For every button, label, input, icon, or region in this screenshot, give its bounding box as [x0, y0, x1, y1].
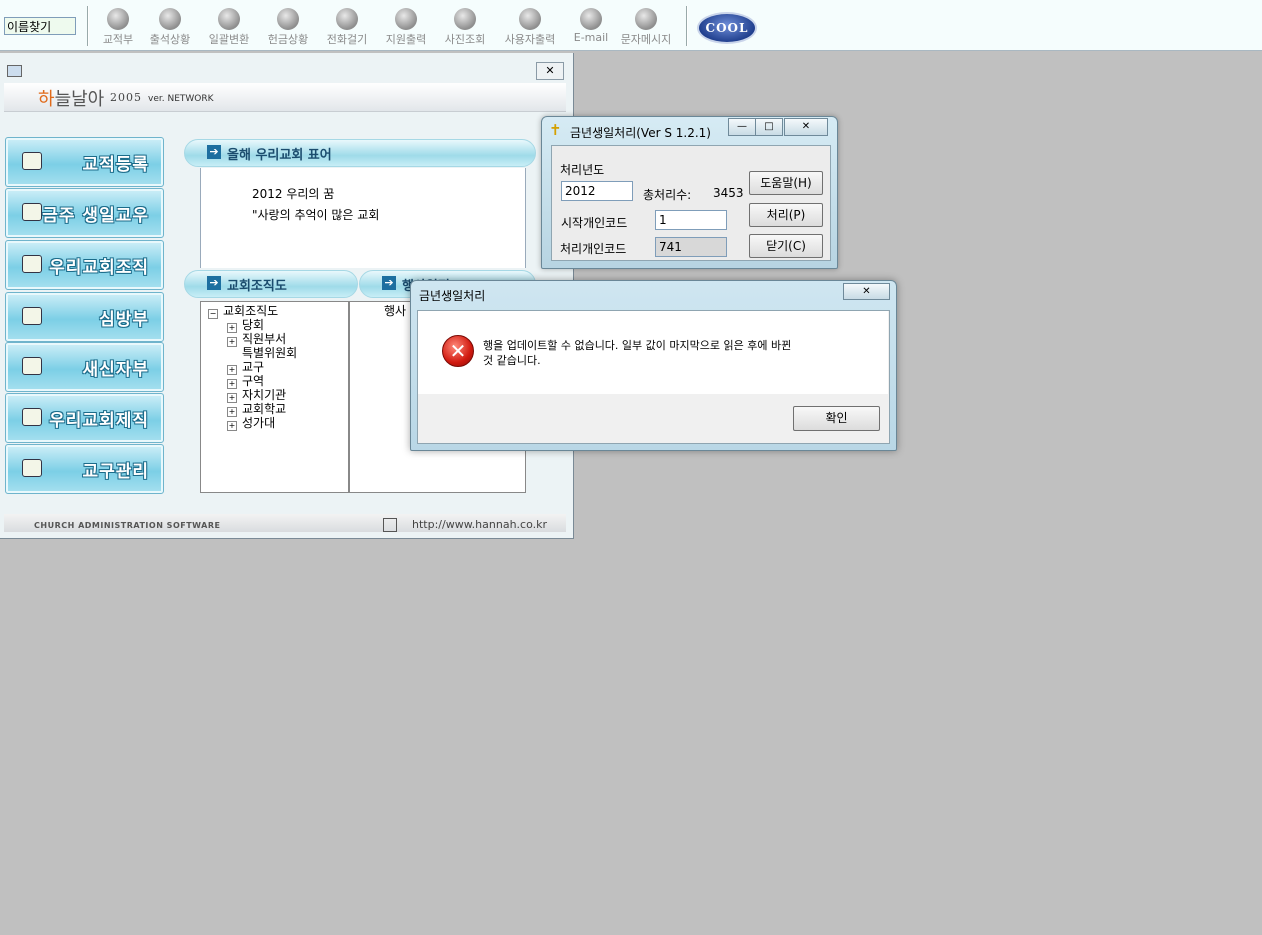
chat-icon: [22, 152, 42, 170]
tree-expand-toggle[interactable]: +: [227, 407, 237, 417]
dialog-close-button[interactable]: ✕: [784, 118, 828, 136]
toolbar-button-attendance[interactable]: 출석상황: [142, 6, 198, 48]
arrow-right-icon: ➔: [207, 276, 221, 290]
house-icon: [22, 307, 42, 325]
user-print-icon: [519, 8, 541, 30]
toolbar-button-offering[interactable]: 헌금상황: [260, 6, 316, 48]
error-dialog-close-button[interactable]: ✕: [843, 283, 890, 300]
help-button[interactable]: 도움말(H): [749, 171, 823, 195]
tree-expand-toggle[interactable]: +: [227, 323, 237, 333]
tree-item[interactable]: 자치기관: [242, 388, 286, 402]
printer-icon: [395, 8, 417, 30]
books-icon: [22, 408, 42, 426]
ok-button[interactable]: 확인: [793, 406, 880, 431]
sidebar-member-register[interactable]: 교적등록: [5, 137, 164, 187]
process-button[interactable]: 처리(P): [749, 203, 823, 227]
tree-item[interactable]: 직원부서: [242, 332, 286, 346]
year-input[interactable]: 2012: [561, 181, 633, 201]
name-search-input[interactable]: 이름찾기: [4, 17, 76, 35]
photo-icon: [454, 8, 476, 30]
sidebar-parish-management[interactable]: 교구관리: [5, 444, 164, 494]
org-chart-icon: [22, 255, 42, 273]
home-icon[interactable]: [383, 518, 397, 532]
sidebar-visitation[interactable]: 심방부: [5, 292, 164, 342]
attendance-icon: [159, 8, 181, 30]
error-message-line-2: 것 같습니다.: [483, 354, 541, 367]
minimize-button[interactable]: —: [728, 118, 756, 136]
tree-collapse-toggle[interactable]: −: [208, 309, 218, 319]
sidebar-church-organization[interactable]: 우리교회조직: [5, 240, 164, 290]
tree-item[interactable]: 행사: [384, 304, 406, 318]
status-software-name: CHURCH ADMINISTRATION SOFTWARE: [34, 521, 221, 530]
app-logo: 하늘날아: [38, 89, 105, 110]
toolbar-button-sms[interactable]: 문자메시지: [614, 6, 678, 48]
arrow-right-icon: ➔: [382, 276, 396, 290]
tree-item[interactable]: 당회: [242, 318, 264, 332]
people-icon: [22, 357, 42, 375]
toolbar-button-batch-convert[interactable]: 일괄변환: [201, 6, 257, 48]
processed-code-field: 741: [655, 237, 727, 257]
tree-item[interactable]: 교구: [242, 360, 264, 374]
logo-year: 2005: [110, 91, 142, 104]
tree-expand-toggle[interactable]: +: [227, 337, 237, 347]
offering-icon: [277, 8, 299, 30]
sms-icon: [635, 8, 657, 30]
cool-logo[interactable]: COOL: [697, 12, 757, 44]
tree-expand-toggle[interactable]: +: [227, 379, 237, 389]
toolbar-separator: [686, 6, 688, 46]
toolbar-separator: [87, 6, 89, 46]
batch-convert-icon: [218, 8, 240, 30]
toolbar-button-phone-call[interactable]: 전화걸기: [319, 6, 375, 48]
toolbar-button-photo-lookup[interactable]: 사진조회: [437, 6, 493, 48]
motto-line-1: 2012 우리의 꿈: [252, 187, 335, 201]
year-label: 처리년도: [560, 163, 605, 177]
toolbar-button-email[interactable]: E-mail: [563, 6, 619, 48]
tree-item[interactable]: 특별위원회: [242, 346, 297, 360]
device-icon: [22, 459, 42, 477]
member-register-icon: [107, 8, 129, 30]
error-icon: ✕: [442, 335, 474, 367]
tree-expand-toggle[interactable]: +: [227, 421, 237, 431]
motto-line-2: "사랑의 추억이 많은 교회: [252, 208, 380, 222]
app-window-icon: [7, 65, 22, 77]
tree-item-root[interactable]: 교회조직도: [223, 304, 278, 318]
tree-expand-toggle[interactable]: +: [227, 393, 237, 403]
toolbar-button-print-support[interactable]: 지원출력: [378, 6, 434, 48]
tree-item[interactable]: 구역: [242, 374, 264, 388]
cross-icon: ✝: [549, 121, 562, 139]
error-dialog-title: 금년생일처리: [419, 289, 486, 303]
email-icon: [580, 8, 602, 30]
processed-code-label: 처리개인코드: [560, 242, 627, 256]
logo-version: ver. NETWORK: [148, 94, 214, 104]
tree-expand-toggle[interactable]: +: [227, 365, 237, 375]
tree-item[interactable]: 교회학교: [242, 402, 286, 416]
start-code-label: 시작개인코드: [561, 216, 628, 230]
start-code-input[interactable]: 1: [655, 210, 727, 230]
status-url-link[interactable]: http://www.hannah.co.kr: [412, 518, 547, 531]
tree-item[interactable]: 성가대: [242, 416, 275, 430]
phone-icon: [336, 8, 358, 30]
org-tree-view[interactable]: − 교회조직도 + 당회 + 직원부서 특별위원회 + 교구 + 구역 + 자치…: [200, 301, 349, 493]
motto-section-header: ➔ 올해 우리교회 표어: [184, 139, 536, 167]
main-window-close-button[interactable]: ✕: [536, 62, 564, 80]
toolbar-button-member-register[interactable]: 교적부: [90, 6, 146, 48]
org-chart-section-header: ➔ 교회조직도: [184, 270, 358, 298]
toolbar-button-user-print[interactable]: 사용자출력: [497, 6, 563, 48]
error-message-line-1: 행을 업데이트할 수 없습니다. 일부 값이 마지막으로 읽은 후에 바뀐: [483, 339, 792, 352]
top-toolbar: 이름찾기 교적부 출석상황 일괄변환 헌금상황 전화걸기 지원출력 사진조회 사…: [0, 0, 1262, 51]
sidebar-new-members[interactable]: 새신자부: [5, 342, 164, 392]
total-value: 3453: [713, 186, 744, 200]
sidebar-weekly-birthday[interactable]: 금주 생일교우: [5, 188, 164, 238]
maximize-button[interactable]: □: [755, 118, 783, 136]
gift-icon: [22, 203, 42, 221]
dialog-title: 금년생일처리(Ver S 1.2.1): [570, 126, 711, 140]
total-label: 총처리수:: [643, 188, 692, 202]
arrow-right-icon: ➔: [207, 145, 221, 159]
sidebar-church-officers[interactable]: 우리교회제직: [5, 393, 164, 443]
close-button[interactable]: 닫기(C): [749, 234, 823, 258]
